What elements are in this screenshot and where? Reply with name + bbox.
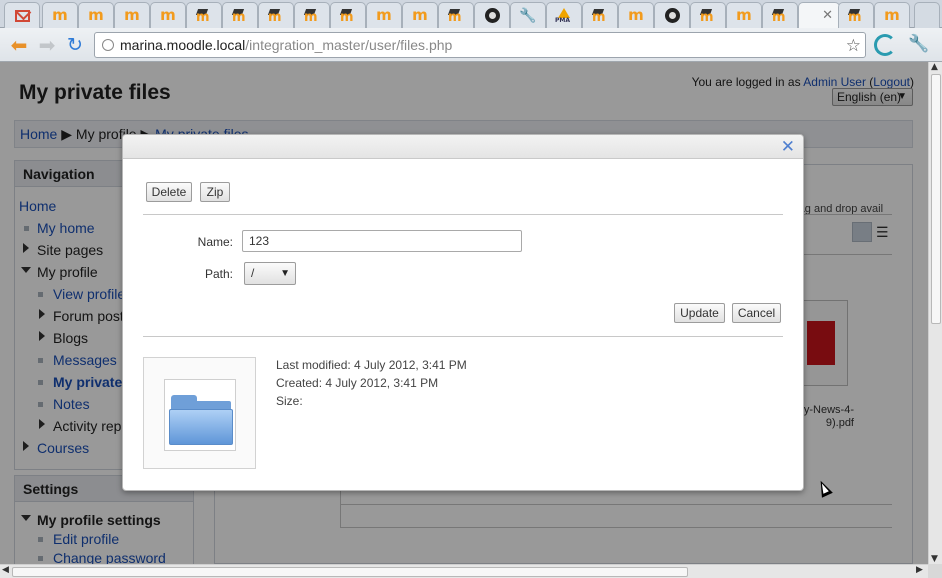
name-input[interactable]: 123 xyxy=(242,230,522,252)
moodle-cap-icon xyxy=(304,9,320,24)
github-icon xyxy=(664,8,680,23)
back-arrow-icon[interactable]: ⬅ xyxy=(8,34,30,56)
horizontal-scroll-thumb[interactable] xyxy=(12,567,688,577)
dialog-header: ✕ xyxy=(123,135,803,159)
moodle-cap-icon xyxy=(772,9,788,24)
moodle-cap-icon xyxy=(700,9,716,24)
moodle-icon: m xyxy=(52,6,68,24)
path-select[interactable]: / ▼ xyxy=(244,262,296,285)
moodle-icon: m xyxy=(160,6,176,24)
wrench-icon: 🔧 xyxy=(519,7,537,24)
moodle-icon: m xyxy=(124,6,140,24)
scroll-down-icon[interactable]: ▼ xyxy=(931,554,938,564)
moodle-icon: m xyxy=(88,6,104,24)
tab-moodle[interactable]: m xyxy=(366,2,402,28)
scroll-left-icon[interactable]: ◀ xyxy=(2,565,9,575)
tab-moodle[interactable]: m xyxy=(42,2,78,28)
file-edit-dialog: ✕ Delete Zip Name: 123 Path: / ▼ Update … xyxy=(122,134,804,491)
tab-moodle[interactable]: m xyxy=(114,2,150,28)
update-button[interactable]: Update xyxy=(674,303,725,323)
moodle-cap-icon xyxy=(848,9,864,24)
screen: m m m m m m 🔧 m m ✕ m ⬅ ➡ ↻ marina.moodl… xyxy=(0,0,942,578)
moodle-icon: m xyxy=(376,6,392,24)
folder-icon xyxy=(169,395,233,447)
path-value: / xyxy=(251,266,255,280)
tab-active[interactable]: ✕ xyxy=(798,2,840,28)
scroll-corner xyxy=(928,564,942,578)
tab-github[interactable] xyxy=(654,2,690,28)
url-path: /integration_master/user/files.php xyxy=(245,37,453,53)
tab-phpmyadmin[interactable] xyxy=(546,2,582,28)
moodle-icon: m xyxy=(412,6,428,24)
moodle-icon: m xyxy=(884,6,900,24)
moodle-cap-icon xyxy=(592,9,608,24)
zip-button[interactable]: Zip xyxy=(200,182,230,202)
tab-moodle[interactable] xyxy=(438,2,474,28)
divider xyxy=(143,214,783,215)
moodle-cap-icon xyxy=(448,9,464,24)
size-text: Size: xyxy=(276,394,303,408)
moodle-cap-icon xyxy=(196,9,212,24)
vertical-scroll-thumb[interactable] xyxy=(931,74,941,324)
tab-moodle[interactable]: m xyxy=(150,2,186,28)
scroll-right-icon[interactable]: ▶ xyxy=(916,565,923,575)
vertical-scrollbar[interactable]: ▲ ▼ xyxy=(928,62,942,564)
moodle-icon: m xyxy=(628,6,644,24)
preview-frame xyxy=(164,379,236,451)
moodle-cap-icon xyxy=(232,9,248,24)
moodle-cap-icon xyxy=(268,9,284,24)
moodle-icon: m xyxy=(736,6,752,24)
scroll-up-icon[interactable]: ▲ xyxy=(931,62,938,72)
github-icon xyxy=(484,8,500,23)
tab-moodle[interactable] xyxy=(222,2,258,28)
close-icon[interactable]: ✕ xyxy=(781,138,795,155)
bookmark-star-icon[interactable]: ☆ xyxy=(846,34,861,58)
phpmyadmin-icon xyxy=(555,7,573,24)
tab-moodle[interactable] xyxy=(186,2,222,28)
tab-strip: m m m m m m 🔧 m m ✕ m xyxy=(0,0,942,28)
tab-moodle[interactable]: m xyxy=(618,2,654,28)
tab-moodle[interactable]: m xyxy=(78,2,114,28)
name-label: Name: xyxy=(197,235,233,249)
tab-moodle[interactable] xyxy=(258,2,294,28)
tab-moodle[interactable]: m xyxy=(726,2,762,28)
created-text: Created: 4 July 2012, 3:41 PM xyxy=(276,376,439,390)
gmail-icon xyxy=(14,9,30,22)
tab-moodle[interactable]: m xyxy=(874,2,910,28)
tab-moodle[interactable]: m xyxy=(402,2,438,28)
last-modified-text: Last modified: 4 July 2012, 3:41 PM xyxy=(276,358,467,372)
url-host: marina.moodle.local xyxy=(120,37,246,53)
tab-moodle[interactable] xyxy=(330,2,366,28)
dropdown-caret-icon: ▼ xyxy=(280,268,290,279)
tab-moodle[interactable] xyxy=(762,2,798,28)
tab-moodle[interactable] xyxy=(582,2,618,28)
extension-icon[interactable] xyxy=(874,34,896,56)
tab-moodle[interactable] xyxy=(838,2,874,28)
new-tab-button[interactable] xyxy=(914,2,940,28)
divider xyxy=(143,336,783,337)
browser-toolbar: ⬅ ➡ ↻ marina.moodle.local/integration_ma… xyxy=(0,28,942,62)
tab-tools[interactable]: 🔧 xyxy=(510,2,546,28)
wrench-menu-icon[interactable]: 🔧 xyxy=(908,34,929,54)
delete-button[interactable]: Delete xyxy=(146,182,192,202)
reload-icon[interactable]: ↻ xyxy=(64,34,86,56)
file-preview xyxy=(143,357,256,469)
close-tab-icon[interactable]: ✕ xyxy=(822,8,833,23)
path-label: Path: xyxy=(204,267,233,281)
moodle-cap-icon xyxy=(340,9,356,24)
tab-moodle[interactable] xyxy=(294,2,330,28)
horizontal-scrollbar[interactable]: ◀ ▶ xyxy=(0,564,928,578)
tab-github[interactable] xyxy=(474,2,510,28)
forward-arrow-icon[interactable]: ➡ xyxy=(36,34,58,56)
address-bar[interactable]: marina.moodle.local/integration_master/u… xyxy=(94,32,866,58)
tab-gmail[interactable] xyxy=(4,2,40,28)
tab-moodle[interactable] xyxy=(690,2,726,28)
cancel-button[interactable]: Cancel xyxy=(732,303,781,323)
page-icon xyxy=(102,39,114,51)
